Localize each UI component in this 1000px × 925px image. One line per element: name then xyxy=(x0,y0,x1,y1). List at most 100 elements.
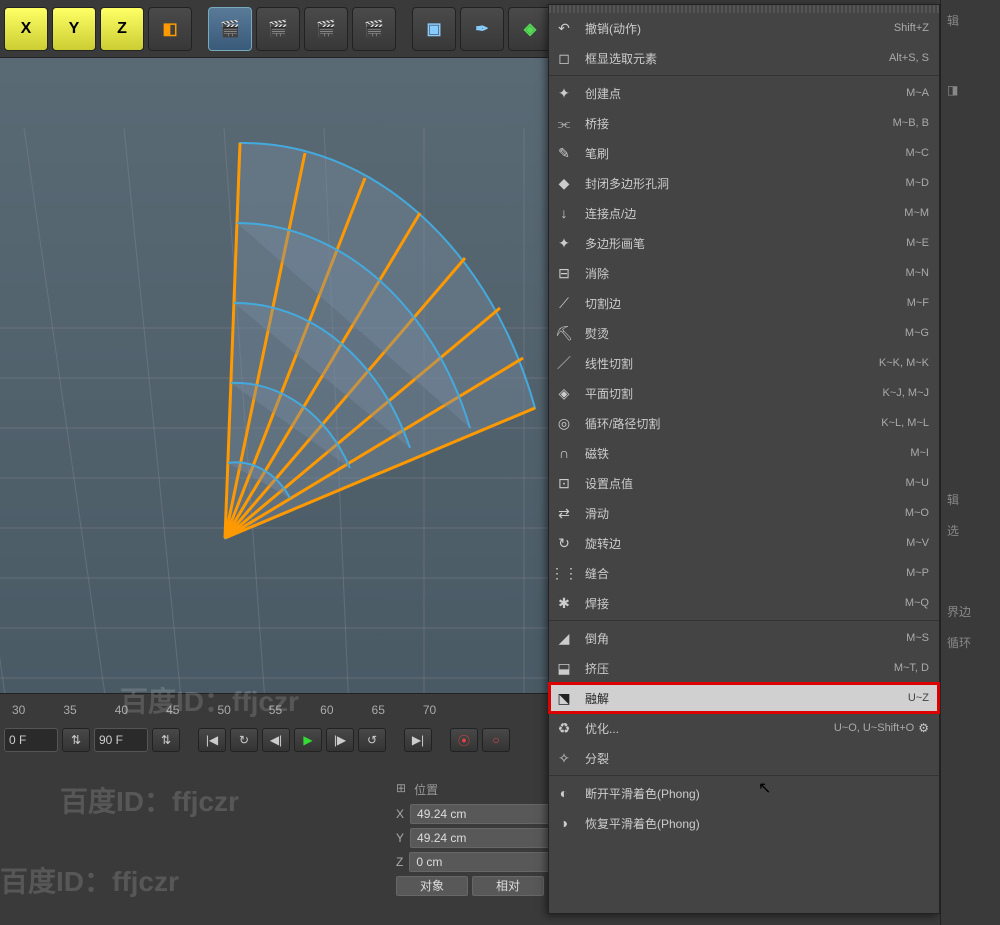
spline-pen-button[interactable]: ✒ xyxy=(460,7,504,51)
menu-item-旋转边[interactable]: ↻旋转边M~V xyxy=(549,528,939,558)
menu-shortcut: K~K, M~K xyxy=(879,357,929,369)
menu-item-熨烫[interactable]: ⛏熨烫M~G xyxy=(549,318,939,348)
record-button[interactable]: ⦿ xyxy=(450,728,478,752)
menu-item-优化...[interactable]: ♻优化...U~O, U~Shift+O⚙ xyxy=(549,713,939,743)
menu-item-框显选取元素[interactable]: ◻框显选取元素Alt+S, S xyxy=(549,43,939,73)
menu-label: 旋转边 xyxy=(579,535,906,552)
menu-item-连接点/边[interactable]: ↓连接点/边M~M xyxy=(549,198,939,228)
menu-item-多边形画笔[interactable]: ✦多边形画笔M~E xyxy=(549,228,939,258)
menu-item-挤压[interactable]: ⬓挤压M~T, D xyxy=(549,653,939,683)
menu-label: 桥接 xyxy=(579,115,893,132)
coord-system-button[interactable]: ◧ xyxy=(148,7,192,51)
menu-item-缝合[interactable]: ⋮⋮缝合M~P xyxy=(549,558,939,588)
menu-label: 设置点值 xyxy=(579,475,905,492)
menu-label: 切割边 xyxy=(579,295,907,312)
side-select[interactable]: 选 xyxy=(945,518,996,543)
menu-icon: ∩ xyxy=(549,438,579,468)
relative-mode-button[interactable]: 相对 xyxy=(472,876,544,896)
menu-icon: ↶ xyxy=(549,13,579,43)
menu-icon: ✎ xyxy=(549,138,579,168)
animation-tool-4[interactable]: 🎬 xyxy=(352,7,396,51)
menu-shortcut: M~O xyxy=(905,507,929,519)
menu-item-焊接[interactable]: ✱焊接M~Q xyxy=(549,588,939,618)
menu-shortcut: M~V xyxy=(906,537,929,549)
play-button[interactable]: ▶ xyxy=(294,728,322,752)
menu-item-融解[interactable]: ⬔融解U~Z xyxy=(549,683,939,713)
3d-viewport[interactable] xyxy=(0,58,548,693)
menu-label: 封闭多边形孔洞 xyxy=(579,175,905,192)
menu-item-分裂[interactable]: ✧分裂 xyxy=(549,743,939,773)
menu-shortcut: M~B, B xyxy=(893,117,929,129)
side-edit-2[interactable]: 辑 xyxy=(945,487,996,512)
timeline-ruler[interactable]: 3035 4045 5055 6065 70 xyxy=(4,698,544,722)
frame-arrows-2-icon[interactable]: ⇅ xyxy=(152,728,180,752)
menu-icon: ⛏ xyxy=(549,318,579,348)
menu-item-线性切割[interactable]: ／线性切割K~K, M~K xyxy=(549,348,939,378)
menu-item-磁铁[interactable]: ∩磁铁M~I xyxy=(549,438,939,468)
menu-label: 框显选取元素 xyxy=(579,50,889,67)
goto-start-button[interactable]: |◀ xyxy=(198,728,226,752)
menu-item-设置点值[interactable]: ⊡设置点值M~U xyxy=(549,468,939,498)
menu-item-倒角[interactable]: ◢倒角M~S xyxy=(549,623,939,653)
menu-item-断开平滑着色(Phong)[interactable]: ◐断开平滑着色(Phong) xyxy=(549,778,939,808)
prev-frame-button[interactable]: ◀| xyxy=(262,728,290,752)
generator-button[interactable]: ◈ xyxy=(508,7,552,51)
menu-icon: ⬓ xyxy=(549,653,579,683)
watermark: 百度ID：ffjczr xyxy=(0,860,179,900)
next-key-button[interactable]: ↺ xyxy=(358,728,386,752)
menu-icon: ／ xyxy=(549,348,579,378)
menu-item-切割边[interactable]: ⟋切割边M~F xyxy=(549,288,939,318)
menu-shortcut: M~M xyxy=(904,207,929,219)
animation-tool-3[interactable]: 🎬 xyxy=(304,7,348,51)
menu-label: 挤压 xyxy=(579,660,894,677)
next-frame-button[interactable]: |▶ xyxy=(326,728,354,752)
side-panel: 辑 ◨ 辑 选 界边 循环 xyxy=(940,0,1000,925)
frame-current-input[interactable] xyxy=(94,728,148,752)
menu-icon: ↻ xyxy=(549,528,579,558)
frame-start-input[interactable] xyxy=(4,728,58,752)
prev-key-button[interactable]: ↻ xyxy=(230,728,258,752)
menu-item-桥接[interactable]: ⫘桥接M~B, B xyxy=(549,108,939,138)
side-loop[interactable]: 循环 xyxy=(945,630,996,655)
frame-arrows-icon[interactable]: ⇅ xyxy=(62,728,90,752)
menu-icon: ◑ xyxy=(549,808,579,838)
menu-label: 熨烫 xyxy=(579,325,905,342)
side-edit[interactable]: 辑 xyxy=(945,8,996,33)
side-boundary[interactable]: 界边 xyxy=(945,599,996,624)
menu-grip[interactable] xyxy=(549,5,939,13)
menu-shortcut: M~D xyxy=(905,177,929,189)
grid-icon: ⊞ xyxy=(396,781,406,798)
menu-icon: ⟋ xyxy=(549,288,579,318)
axis-y-button[interactable]: Y xyxy=(52,7,96,51)
menu-item-创建点[interactable]: ✦创建点M~A xyxy=(549,78,939,108)
axis-z-button[interactable]: Z xyxy=(100,7,144,51)
menu-item-笔刷[interactable]: ✎笔刷M~C xyxy=(549,138,939,168)
object-mode-button[interactable]: 对象 xyxy=(396,876,468,896)
menu-icon: ⊡ xyxy=(549,468,579,498)
menu-item-滑动[interactable]: ⇄滑动M~O xyxy=(549,498,939,528)
menu-item-消除[interactable]: ⊟消除M~N xyxy=(549,258,939,288)
gear-icon[interactable]: ⚙ xyxy=(918,721,929,735)
menu-label: 循环/路径切割 xyxy=(579,415,881,432)
animation-tool-2[interactable]: 🎬 xyxy=(256,7,300,51)
animation-tool-1[interactable]: 🎬 xyxy=(208,7,252,51)
primitive-cube-button[interactable]: ▣ xyxy=(412,7,456,51)
menu-icon: ↓ xyxy=(549,198,579,228)
menu-item-封闭多边形孔洞[interactable]: ◆封闭多边形孔洞M~D xyxy=(549,168,939,198)
menu-item-平面切割[interactable]: ◈平面切割K~J, M~J xyxy=(549,378,939,408)
menu-shortcut: M~E xyxy=(906,237,929,249)
autokey-button[interactable]: ○ xyxy=(482,728,510,752)
menu-icon: ◻ xyxy=(549,43,579,73)
menu-icon: ⊟ xyxy=(549,258,579,288)
menu-icon: ◈ xyxy=(549,378,579,408)
fan-mesh-object[interactable] xyxy=(195,133,548,563)
menu-icon: ⬔ xyxy=(549,683,579,713)
goto-end-button[interactable]: ▶| xyxy=(404,728,432,752)
menu-label: 笔刷 xyxy=(579,145,905,162)
menu-label: 撤销(动作) xyxy=(579,20,894,37)
menu-shortcut: Shift+Z xyxy=(894,22,929,34)
menu-item-循环/路径切割[interactable]: ◎循环/路径切割K~L, M~L xyxy=(549,408,939,438)
menu-item-撤销(动作)[interactable]: ↶撤销(动作)Shift+Z xyxy=(549,13,939,43)
axis-x-button[interactable]: X xyxy=(4,7,48,51)
menu-item-恢复平滑着色(Phong)[interactable]: ◑恢复平滑着色(Phong) xyxy=(549,808,939,838)
